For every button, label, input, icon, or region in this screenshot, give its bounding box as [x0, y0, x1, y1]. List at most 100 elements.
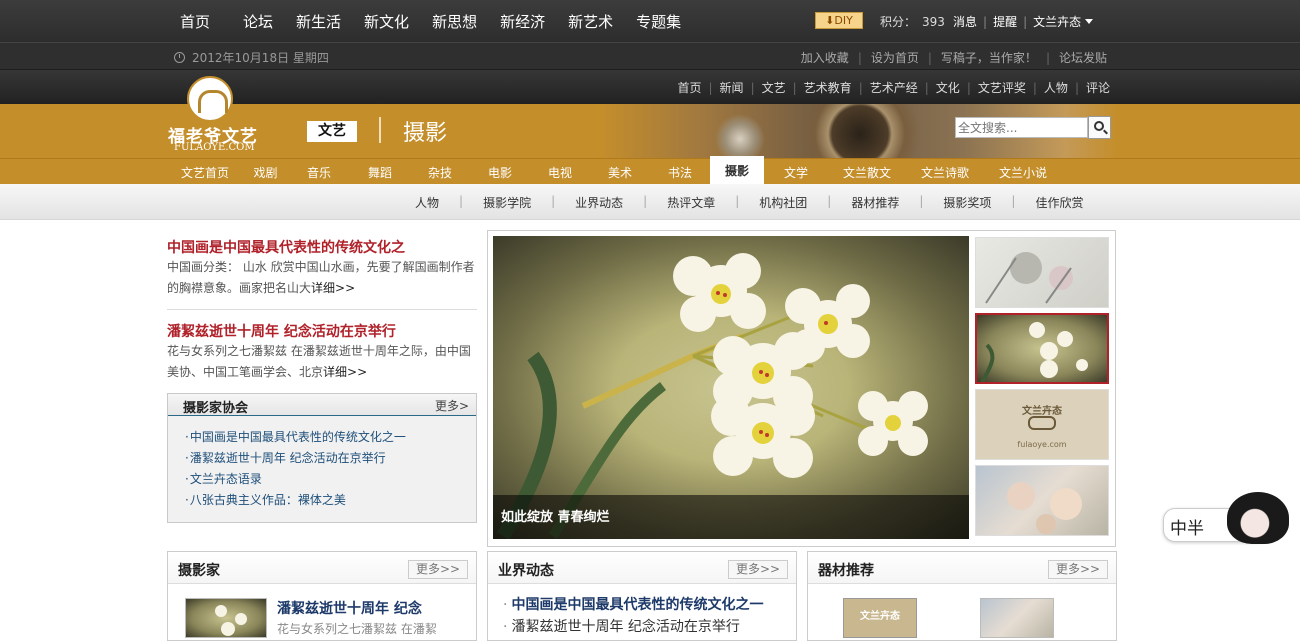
alerts-link[interactable]: 提醒 — [993, 13, 1017, 30]
username-dropdown[interactable]: 文兰卉态 — [1033, 13, 1081, 30]
chlink-arts[interactable]: 文艺 — [762, 81, 786, 95]
tab-dance[interactable]: 舞蹈 — [350, 159, 410, 185]
box-title: 器材推荐 — [818, 563, 874, 579]
top-nav: 首页 论坛 新生活 新文化 新思想 新经济 新艺术 专题集 — [180, 0, 704, 42]
topnav-topics[interactable]: 专题集 — [636, 11, 681, 32]
subcat-equipment[interactable]: 器材推荐 — [851, 194, 899, 211]
list-item[interactable]: · 中国画是中国最具代表性的传统文化之一 — [503, 594, 763, 614]
box-header: 业界动态 更多>> — [488, 552, 796, 584]
separator: | — [735, 194, 740, 208]
list-item[interactable]: 潘絜兹逝世十周年 纪念活动在京举行 — [185, 448, 406, 469]
tab-novels[interactable]: 文兰小说 — [984, 159, 1062, 185]
flowers-thumb — [215, 605, 247, 636]
chlink-art-education[interactable]: 艺术教育 — [804, 81, 852, 95]
section-tag: 文艺 — [307, 121, 357, 142]
points-value: 393 — [922, 15, 945, 29]
subcat-hot-reviews[interactable]: 热评文章 — [667, 194, 715, 211]
search-input[interactable] — [955, 117, 1088, 138]
list-item[interactable]: 中国画是中国最具代表性的传统文化之一 — [185, 427, 406, 448]
tab-calligraphy[interactable]: 书法 — [650, 159, 710, 185]
slider-thumb-classical[interactable] — [975, 465, 1109, 536]
site-logo[interactable]: 福老爷文艺 FULAOYE.COM — [168, 76, 258, 156]
tab-fine-arts[interactable]: 美术 — [590, 159, 650, 185]
topnav-forum[interactable]: 论坛 — [243, 11, 273, 32]
add-favorite-link[interactable]: 加入收藏 — [801, 51, 849, 65]
chlink-awards[interactable]: 文艺评奖 — [978, 81, 1026, 95]
slider-caption[interactable]: 如此绽放 青春绚烂 — [501, 506, 610, 525]
slider-thumb-lotus[interactable] — [975, 237, 1109, 308]
tab-essays[interactable]: 文兰散文 — [828, 159, 906, 185]
more-button[interactable]: 更多>> — [1048, 560, 1108, 579]
floating-chat-widget[interactable]: 中半 — [1163, 492, 1300, 546]
subcat-industry[interactable]: 业界动态 — [575, 194, 623, 211]
tab-arts-home[interactable]: 文艺首页 — [167, 159, 243, 185]
slider-thumb-logo[interactable]: 文兰卉态 fulaoye.com — [975, 389, 1109, 460]
topnav-new-thought[interactable]: 新思想 — [432, 11, 477, 32]
separator: | — [966, 81, 971, 95]
slider-main-image[interactable]: 如此绽放 青春绚烂 — [493, 236, 969, 539]
article-more-link[interactable]: 详细>> — [311, 281, 355, 295]
equipment-thumb[interactable]: 文兰卉态 — [843, 598, 917, 638]
chlink-culture[interactable]: 文化 — [936, 81, 960, 95]
separator: | — [792, 81, 797, 95]
tab-literature[interactable]: 文学 — [764, 159, 828, 185]
messages-link[interactable]: 消息 — [953, 13, 977, 30]
subcat-people[interactable]: 人物 — [415, 194, 439, 211]
glasses-icon — [1028, 416, 1056, 430]
article-title[interactable]: 潘絜兹逝世十周年 纪念活动在京举行 — [167, 321, 396, 341]
more-link[interactable]: 更多> — [435, 397, 469, 414]
chlink-reviews[interactable]: 评论 — [1086, 81, 1110, 95]
user-menu: 消息 | 提醒 | 文兰卉态 — [953, 13, 1094, 30]
equipment-box: 器材推荐 更多>> 文兰卉态 — [807, 551, 1117, 641]
subcat-masterpieces[interactable]: 佳作欣赏 — [1035, 194, 1083, 211]
more-button[interactable]: 更多>> — [408, 560, 468, 579]
chlink-people[interactable]: 人物 — [1044, 81, 1068, 95]
slider-thumb-flowers[interactable] — [975, 313, 1109, 384]
section-title: 摄影 — [403, 121, 448, 146]
list-item[interactable]: · 潘絜兹逝世十周年 纪念活动在京举行 — [503, 616, 740, 636]
flowers-thumb — [980, 322, 1088, 384]
tab-acrobatics[interactable]: 杂技 — [410, 159, 470, 185]
separator: | — [858, 81, 863, 95]
list-item[interactable]: 八张古典主义作品：裸体之美 — [185, 490, 406, 511]
tab-poetry[interactable]: 文兰诗歌 — [906, 159, 984, 185]
tab-tv[interactable]: 电视 — [530, 159, 590, 185]
list-item[interactable]: 文兰卉态语录 — [185, 469, 406, 490]
box-header: 摄影家协会 更多> — [168, 394, 476, 416]
article-desc-text: 花与女系列之七潘絜兹 在潘絜兹逝世十周年之际，由中国美协、中国工笔画学会、北京 — [167, 344, 471, 379]
forum-post-link[interactable]: 论坛发贴 — [1059, 51, 1107, 65]
topnav-new-life[interactable]: 新生活 — [296, 11, 341, 32]
list-item-text: 潘絜兹逝世十周年 纪念活动在京举行 — [511, 619, 740, 635]
topnav-new-culture[interactable]: 新文化 — [364, 11, 409, 32]
photographer-item-title[interactable]: 潘絜兹逝世十周年 纪念 — [277, 598, 422, 618]
chlink-news[interactable]: 新闻 — [720, 81, 744, 95]
search-button[interactable] — [1088, 116, 1111, 139]
tab-photography[interactable]: 摄影 — [710, 156, 764, 184]
more-button[interactable]: 更多>> — [728, 560, 788, 579]
write-article-link[interactable]: 写稿子，当作家！ — [941, 51, 1037, 65]
separator: | — [459, 194, 464, 208]
photographer-item-desc: 花与女系列之七潘絜兹 在潘絜 — [277, 622, 437, 636]
topnav-new-economy[interactable]: 新经济 — [500, 11, 545, 32]
diy-label: DIY — [834, 14, 853, 27]
article-title[interactable]: 中国画是中国最具代表性的传统文化之 — [167, 237, 405, 257]
chlink-home[interactable]: 首页 — [677, 81, 701, 95]
tab-drama[interactable]: 戏剧 — [243, 159, 288, 185]
caret-down-icon[interactable] — [1085, 19, 1094, 24]
subcat-academy[interactable]: 摄影学院 — [483, 194, 531, 211]
photographer-thumb[interactable] — [185, 598, 267, 638]
set-homepage-link[interactable]: 设为首页 — [871, 51, 919, 65]
topnav-home[interactable]: 首页 — [180, 11, 210, 32]
utility-links: 加入收藏 | 设为首页 | 写稿子，当作家！ | 论坛发贴 — [801, 49, 1107, 66]
diy-button[interactable]: ⬇DIY — [815, 12, 863, 29]
tab-film[interactable]: 电影 — [470, 159, 530, 185]
article-more-link[interactable]: 详细>> — [323, 365, 367, 379]
chlink-art-industry[interactable]: 艺术产经 — [870, 81, 918, 95]
channel-links: 首页 | 新闻 | 文艺 | 艺术教育 | 艺术产经 | 文化 | 文艺评奖 | 人物 | 评论 — [677, 79, 1110, 96]
separator: | — [924, 81, 929, 95]
topnav-new-art[interactable]: 新艺术 — [568, 11, 613, 32]
subcat-organizations[interactable]: 机构社团 — [759, 194, 807, 211]
subcat-awards[interactable]: 摄影奖项 — [943, 194, 991, 211]
equipment-thumb[interactable] — [980, 598, 1054, 638]
tab-music[interactable]: 音乐 — [288, 159, 350, 185]
